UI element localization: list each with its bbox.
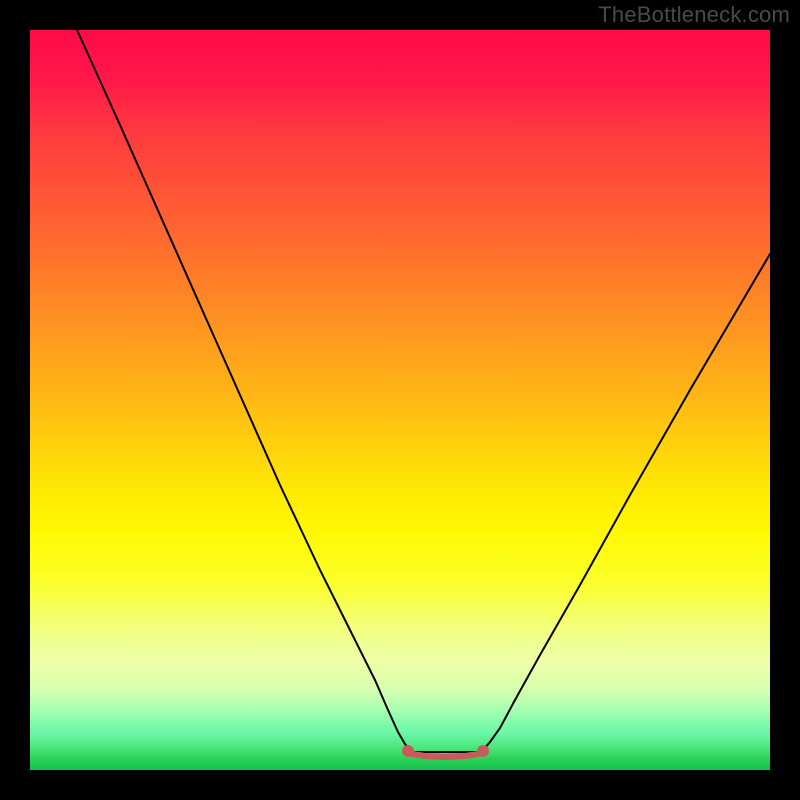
sweet-spot-marker (477, 745, 489, 757)
chart-frame: TheBottleneck.com (0, 0, 800, 800)
chart-overlay (30, 30, 770, 770)
bottleneck-curve (77, 30, 770, 752)
sweet-spot-marker (402, 745, 414, 757)
watermark-text: TheBottleneck.com (598, 2, 790, 28)
plot-area (30, 30, 770, 770)
